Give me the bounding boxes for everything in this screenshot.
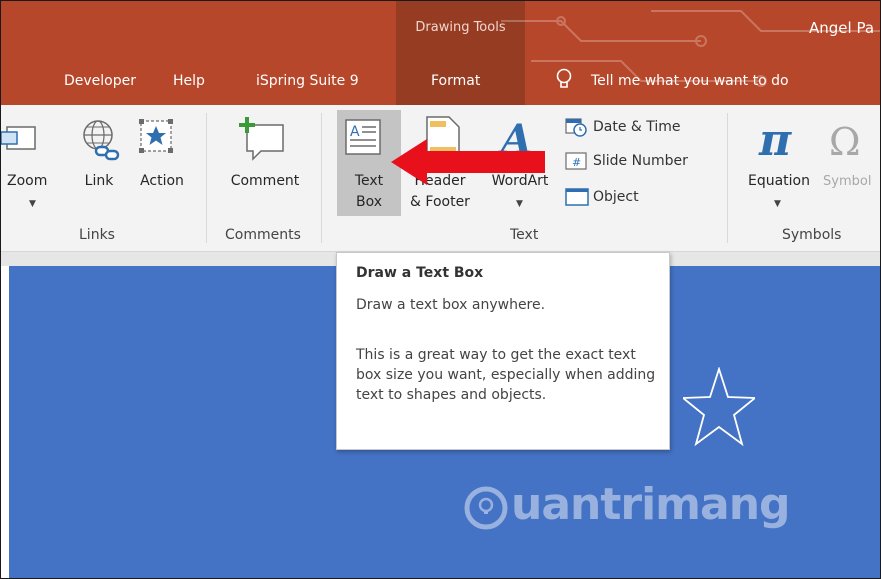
object-icon: [565, 188, 589, 206]
slide-number-button[interactable]: Slide Number: [593, 153, 688, 169]
comments-group-label: Comments: [225, 227, 301, 243]
action-label[interactable]: Action: [133, 171, 191, 192]
star-shape-icon[interactable]: [683, 367, 755, 447]
watermark-text: uantrimang: [511, 479, 791, 530]
wordart-dropdown-icon[interactable]: ▼: [516, 199, 523, 209]
comment-label[interactable]: Comment: [221, 171, 309, 192]
date-time-button[interactable]: Date & Time: [593, 119, 681, 135]
tab-ispring-suite[interactable]: iSpring Suite 9: [256, 73, 359, 89]
group-divider: [206, 113, 207, 243]
svg-text:Ω: Ω: [829, 120, 861, 163]
symbols-group-label: Symbols: [782, 227, 842, 243]
svg-text:#: #: [572, 156, 581, 169]
lightbulb-icon: [556, 68, 572, 88]
group-divider: [321, 113, 322, 243]
drawing-tools-title: Drawing Tools: [415, 20, 506, 35]
group-divider: [727, 113, 728, 243]
tooltip-description: Draw a text box anywhere.: [356, 297, 546, 313]
text-box-label-line2: Box: [355, 194, 383, 210]
equation-pi-icon: π: [758, 115, 792, 163]
text-box-tooltip: Draw a Text Box Draw a text box anywhere…: [336, 252, 670, 450]
tell-me-search[interactable]: Tell me what you want to do: [591, 73, 789, 89]
tooltip-body: This is a great way to get the exact tex…: [356, 347, 656, 403]
text-box-icon: A: [345, 119, 381, 155]
object-button[interactable]: Object: [593, 189, 639, 205]
symbol-label[interactable]: Symbol: [823, 171, 880, 192]
slide-number-icon: #: [565, 152, 587, 170]
user-account-name[interactable]: Angel Pa: [809, 19, 874, 37]
link-label[interactable]: Link: [79, 171, 119, 192]
tooltip-title: Draw a Text Box: [356, 265, 484, 281]
date-time-icon: [565, 118, 587, 137]
omega-symbol-icon: Ω: [829, 120, 861, 163]
tab-format[interactable]: Format: [431, 73, 480, 89]
svg-text:A: A: [350, 124, 360, 140]
title-bar: Drawing Tools Angel Pa Developer Help iS…: [1, 1, 880, 105]
text-group-label: Text: [510, 227, 539, 243]
zoom-label[interactable]: Zoom: [7, 171, 47, 192]
links-group-label: Links: [79, 227, 115, 243]
powerpoint-window: Drawing Tools Angel Pa Developer Help iS…: [0, 0, 881, 579]
tab-help[interactable]: Help: [173, 73, 205, 89]
link-globe-icon: [83, 120, 120, 161]
zoom-dropdown-icon[interactable]: ▼: [29, 199, 36, 209]
red-arrow-annotation: [391, 139, 545, 185]
equation-label-text[interactable]: Equation: [739, 171, 819, 192]
equation-dropdown-icon[interactable]: ▼: [774, 199, 781, 209]
header-footer-label-line2[interactable]: & Footer: [403, 192, 477, 213]
new-comment-icon: [239, 117, 284, 161]
zoom-icon: [1, 126, 36, 150]
action-star-icon: [139, 119, 173, 153]
svg-text:π: π: [758, 115, 792, 163]
tab-developer[interactable]: Developer: [64, 73, 136, 89]
watermark-logo-icon: [464, 486, 508, 530]
